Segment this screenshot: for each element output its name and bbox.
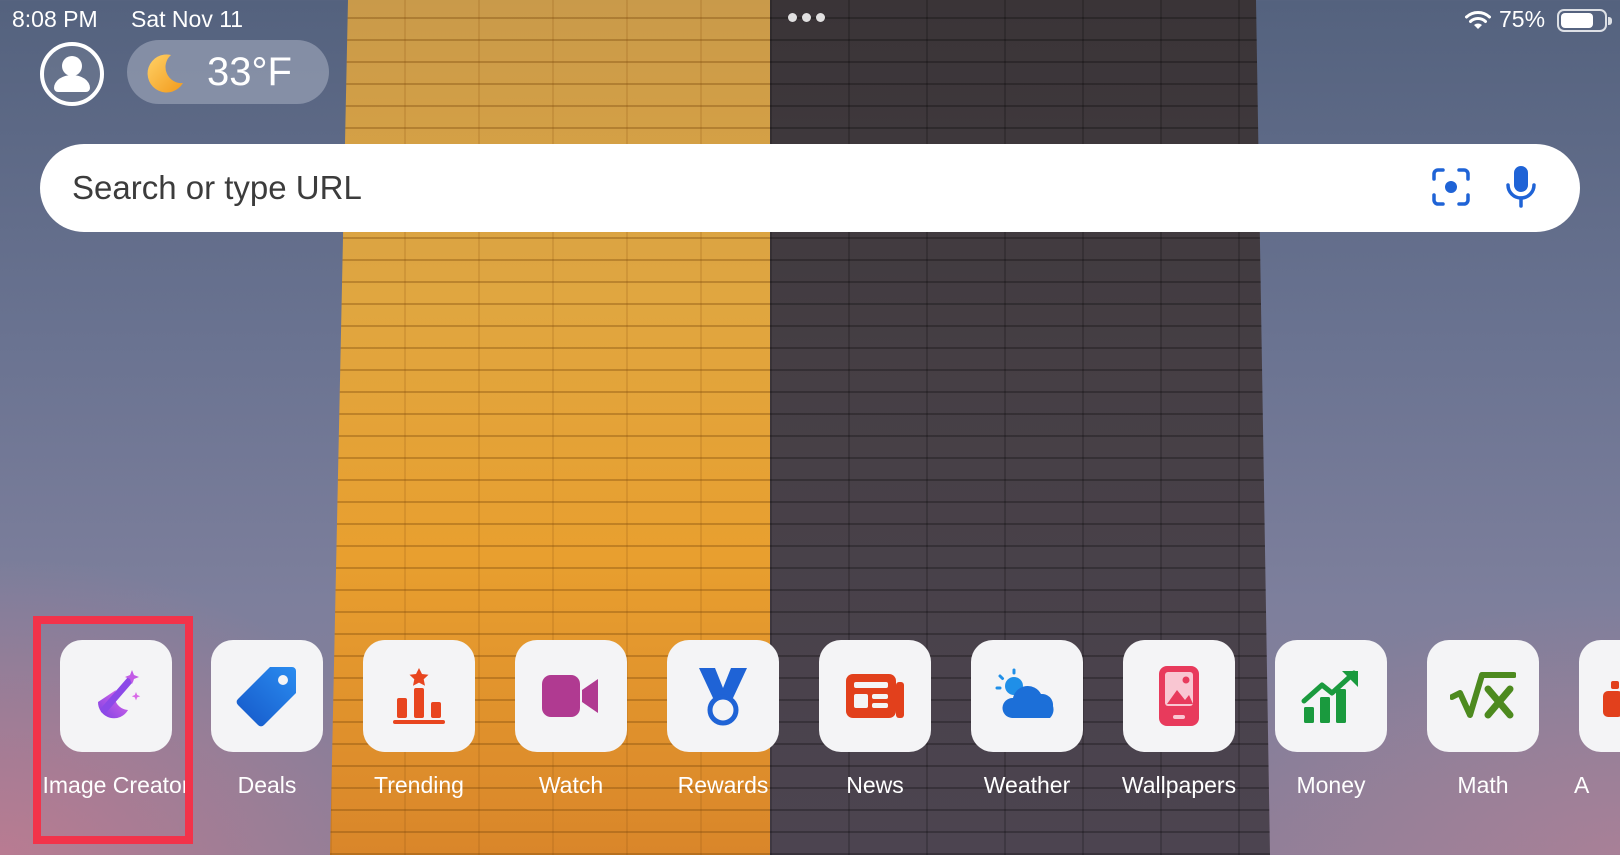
app-label: A — [1574, 772, 1590, 798]
app-tile-watch[interactable]: Watch — [496, 640, 646, 840]
app-label: Weather — [983, 772, 1071, 798]
app-label: Math — [1457, 772, 1509, 798]
app-tile-trending[interactable]: Trending — [344, 640, 494, 840]
profile-avatar-button[interactable] — [40, 42, 104, 106]
app-tile-weather[interactable]: Weather — [952, 640, 1102, 840]
app-label: Deals — [237, 772, 297, 798]
app-tile-box — [1427, 640, 1539, 752]
price-tag-icon — [236, 667, 296, 727]
quick-apps-row: Image Creator Deals Trending Watch Rewar… — [0, 640, 1620, 855]
app-label: Trending — [374, 772, 464, 798]
app-tile-box — [1579, 640, 1620, 752]
wifi-icon — [1465, 11, 1491, 29]
search-input[interactable] — [72, 164, 1372, 212]
weather-temperature: 33°F — [207, 50, 292, 94]
app-label: Wallpapers — [1121, 772, 1237, 798]
app-tile-box — [667, 640, 779, 752]
battery-icon — [1557, 9, 1612, 32]
microphone-icon[interactable] — [1504, 164, 1538, 210]
app-tile-box — [971, 640, 1083, 752]
status-date: Sat Nov 11 — [131, 6, 244, 32]
cloud-sun-icon — [995, 668, 1054, 718]
app-tile-box — [1275, 640, 1387, 752]
app-tile-box — [211, 640, 323, 752]
app-label: Money — [1296, 772, 1366, 798]
partial-app-icon — [1603, 681, 1620, 717]
app-tile-money[interactable]: Money — [1256, 640, 1406, 840]
multitasking-dots-icon[interactable] — [788, 13, 825, 22]
moon-icon — [147, 54, 183, 93]
app-tile-box — [363, 640, 475, 752]
battery-percent: 75% — [1499, 6, 1546, 32]
newspaper-icon — [846, 674, 904, 718]
phone-picture-icon — [1159, 666, 1199, 726]
app-tile-deals[interactable]: Deals — [192, 640, 342, 840]
app-tile-partial[interactable]: A — [1560, 640, 1620, 840]
visual-search-icon[interactable] — [1430, 166, 1472, 208]
status-bar: 8:08 PM Sat Nov 11 75% — [0, 0, 1620, 40]
trending-chart-icon — [393, 668, 445, 724]
medal-icon — [699, 668, 747, 726]
app-label: News — [846, 772, 904, 798]
app-label: Rewards — [677, 772, 769, 798]
square-root-icon — [1450, 672, 1516, 719]
app-tile-box — [819, 640, 931, 752]
stock-chart-icon — [1301, 670, 1358, 723]
search-bar[interactable] — [40, 144, 1580, 232]
app-tile-news[interactable]: News — [800, 640, 950, 840]
video-camera-icon — [542, 675, 598, 717]
app-tile-math[interactable]: Math — [1408, 640, 1558, 840]
app-label: Watch — [538, 772, 604, 798]
app-tile-wallpapers[interactable]: Wallpapers — [1104, 640, 1254, 840]
app-tile-rewards[interactable]: Rewards — [648, 640, 798, 840]
app-tile-box — [1123, 640, 1235, 752]
status-time: 8:08 PM — [12, 6, 98, 32]
app-tile-box — [515, 640, 627, 752]
highlight-frame — [33, 616, 193, 844]
person-icon — [54, 56, 90, 92]
weather-widget[interactable]: 33°F — [127, 40, 329, 104]
